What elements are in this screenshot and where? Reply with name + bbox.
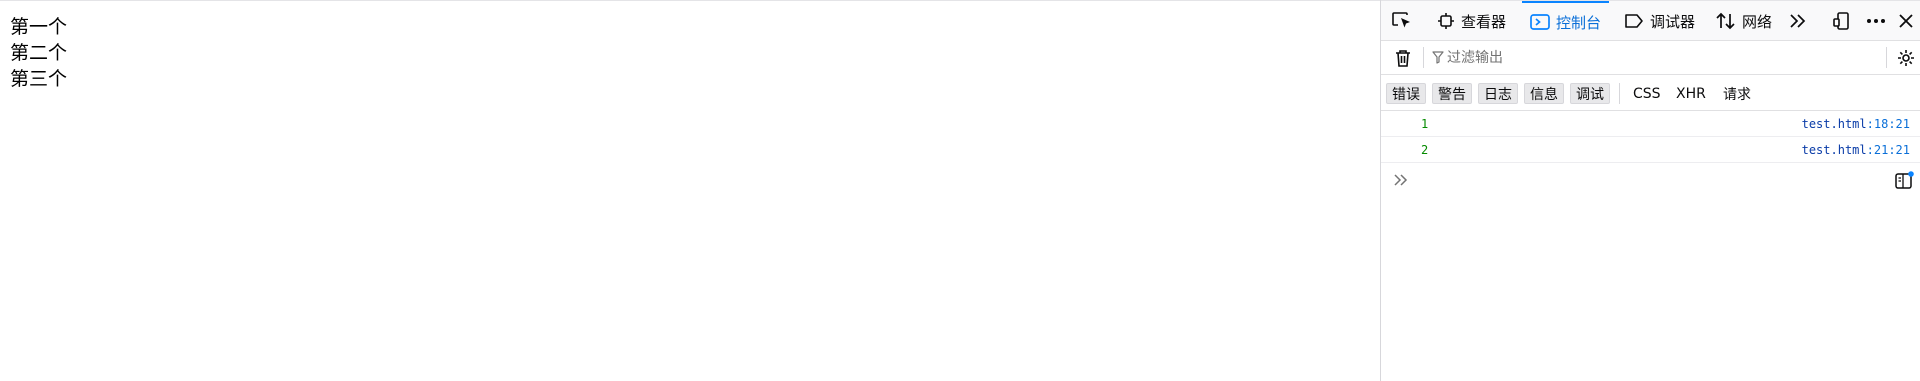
tab-network[interactable]: 网络 (1708, 1, 1780, 41)
log-value: 1 (1421, 117, 1429, 131)
tab-console[interactable]: 控制台 (1522, 1, 1610, 41)
filter-xhr[interactable]: XHR (1671, 83, 1711, 104)
filter-requests[interactable]: 请求 (1718, 83, 1756, 104)
prompt-chevron-icon (1391, 162, 1411, 198)
devtools-toolbar: 查看器 控制台 调试器 网络 (1381, 0, 1920, 41)
tab-label: 调试器 (1650, 12, 1696, 31)
tab-inspector[interactable]: 查看器 (1429, 1, 1514, 41)
more-options-icon[interactable] (1861, 1, 1891, 41)
filter-input[interactable] (1447, 41, 1827, 74)
tab-label: 网络 (1742, 12, 1773, 31)
source-link[interactable]: test.html:18:21 (1802, 117, 1910, 131)
tab-debugger[interactable]: 调试器 (1616, 1, 1703, 41)
filter-icon (1431, 41, 1445, 74)
editor-mode-icon[interactable] (1893, 162, 1917, 198)
list-item: 第一个 (10, 16, 68, 38)
tab-label: 查看器 (1461, 12, 1507, 31)
filter-css[interactable]: CSS (1628, 83, 1666, 104)
debugger-icon (1625, 14, 1643, 28)
trash-icon[interactable] (1391, 41, 1415, 74)
source-line: :21:21 (1866, 143, 1910, 157)
more-tools-icon[interactable] (1783, 1, 1813, 41)
divider (1619, 83, 1620, 104)
close-icon[interactable] (1893, 1, 1919, 41)
source-line: :18:21 (1866, 117, 1910, 131)
log-level-filters: 错误 警告 日志 信息 调试 CSS XHR 请求 (1381, 75, 1920, 111)
tab-label: 控制台 (1556, 13, 1602, 32)
source-file: test.html (1801, 117, 1867, 131)
page-viewport: 第一个 第二个 第三个 (0, 0, 1380, 381)
page-list: 第一个 第二个 第三个 (10, 14, 67, 92)
devtools-panel: 查看器 控制台 调试器 网络 过滤输出 错误 警告 日志 信息 调试 CSS X… (1380, 0, 1920, 381)
gear-icon[interactable] (1893, 41, 1919, 74)
element-picker-icon[interactable] (1386, 1, 1418, 41)
network-icon (1716, 12, 1735, 30)
console-message: 1 test.html:18:21 (1381, 111, 1920, 137)
inspector-icon (1438, 13, 1454, 29)
responsive-design-icon[interactable] (1827, 1, 1857, 41)
list-item: 第二个 (10, 42, 68, 64)
list-item: 第三个 (10, 68, 68, 90)
console-filter-bar (1381, 41, 1920, 75)
source-link[interactable]: test.html:21:21 (1802, 143, 1910, 157)
console-input-line[interactable] (1381, 162, 1920, 198)
filter-debug[interactable]: 调试 (1570, 83, 1610, 104)
console-icon (1530, 14, 1550, 30)
filter-logs[interactable]: 日志 (1478, 83, 1518, 104)
console-message: 2 test.html:21:21 (1381, 137, 1920, 163)
log-value: 2 (1421, 143, 1429, 157)
source-file: test.html (1801, 143, 1867, 157)
filter-errors[interactable]: 错误 (1386, 83, 1426, 104)
filter-warnings[interactable]: 警告 (1432, 83, 1472, 104)
filter-info[interactable]: 信息 (1524, 83, 1564, 104)
